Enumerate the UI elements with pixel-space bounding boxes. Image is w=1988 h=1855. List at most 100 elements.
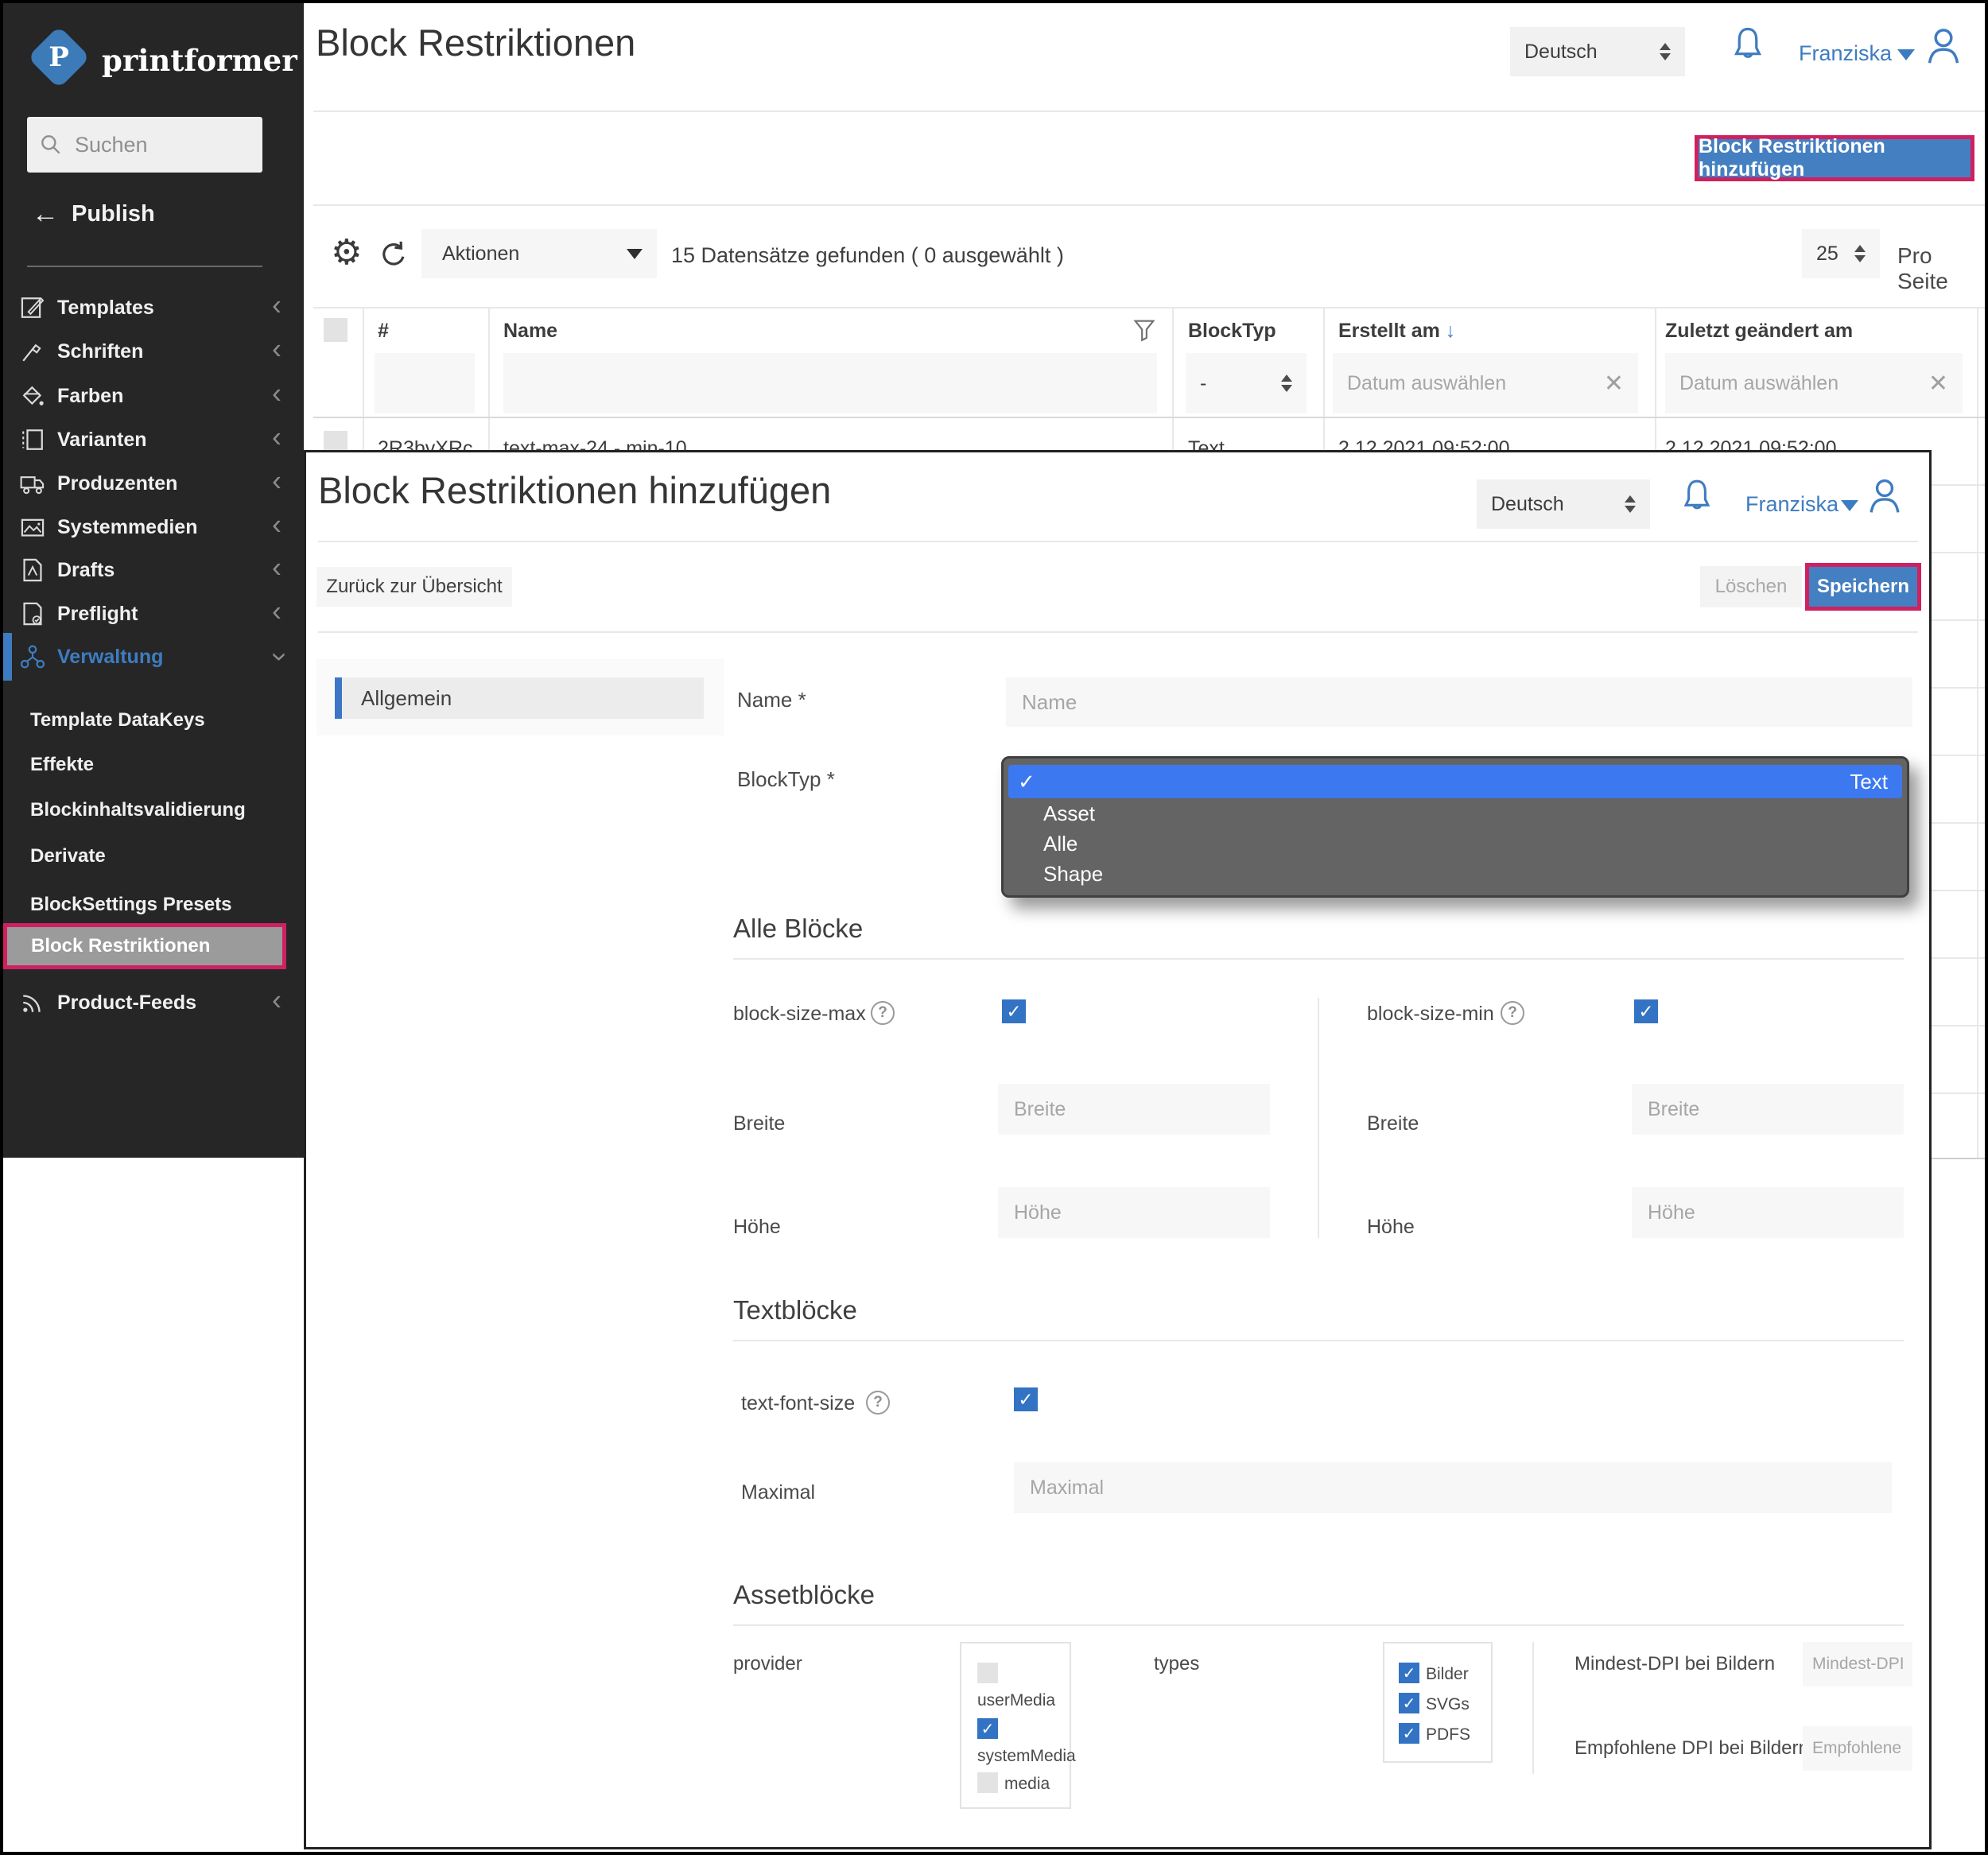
sidebar-item-verwaltung[interactable]: Verwaltung‹ (3, 639, 304, 674)
modified-date-input[interactable] (1679, 372, 1894, 395)
help-icon[interactable]: ? (871, 1001, 895, 1025)
notifications-bell-icon[interactable] (1677, 476, 1717, 519)
created-date-input[interactable] (1347, 372, 1570, 395)
user-avatar-icon[interactable] (1863, 473, 1906, 518)
sidebar-item-produzenten[interactable]: Produzenten‹ (3, 466, 304, 501)
media-checkbox[interactable]: ✓ (977, 1772, 998, 1793)
filter-funnel-icon[interactable] (1131, 315, 1158, 345)
save-button[interactable]: Speichern (1809, 567, 1917, 607)
sidebar-item-templates[interactable]: Templates‹ (3, 290, 304, 325)
user-menu-caret-icon[interactable] (1841, 500, 1858, 511)
sidebar-item-varianten[interactable]: Varianten‹ (3, 422, 304, 457)
block-size-max-checkbox[interactable]: ✓ (1002, 999, 1026, 1023)
sidebar-subitem-template-datakeys[interactable]: Template DataKeys (3, 704, 304, 736)
usermedia-checkbox[interactable]: ✓ (977, 1663, 998, 1683)
usermedia-label: userMedia (977, 1691, 1055, 1710)
aktionen-select[interactable]: Aktionen (421, 229, 657, 278)
back-arrow-icon: ← (32, 199, 59, 230)
help-icon[interactable]: ? (866, 1391, 890, 1415)
add-block-restriktionen-button[interactable]: Block Restriktionen hinzufügen (1699, 139, 1971, 177)
header-divider (313, 111, 1988, 112)
delete-button[interactable]: Löschen (1700, 566, 1802, 607)
systemmedia-checkbox[interactable]: ✓ (977, 1718, 998, 1739)
col-id-header[interactable]: # (378, 320, 389, 343)
truck-icon (19, 470, 46, 497)
per-page-label: Pro Seite (1897, 243, 1985, 294)
chevron-left-icon: ‹ (272, 984, 282, 1017)
section-alle-bloecke-heading: Alle Blöcke (733, 914, 863, 944)
help-icon[interactable]: ? (1501, 1001, 1524, 1025)
tab-allgemein[interactable]: Allgemein (335, 677, 704, 719)
name-input[interactable] (1006, 677, 1912, 727)
col-modified-header[interactable]: Zuletzt geändert am (1665, 320, 1853, 343)
clear-x-icon[interactable]: ✕ (1928, 370, 1948, 398)
add-block-restriktionen-modal: Block Restriktionen hinzufügen Deutsch F… (304, 450, 1932, 1849)
created-date-filter[interactable]: ✕ (1333, 353, 1638, 413)
modal-toolbar-divider (318, 631, 1918, 633)
sidebar-item-product-feeds[interactable]: Product-Feeds‹ (3, 985, 304, 1020)
breite-max-input[interactable] (998, 1084, 1270, 1135)
network-users-icon (19, 643, 46, 670)
svgs-checkbox[interactable]: ✓ (1399, 1693, 1419, 1713)
dropdown-option-text[interactable]: ✓Text (1008, 765, 1902, 798)
search-icon (38, 131, 64, 158)
modal-user-name[interactable]: Franziska (1745, 492, 1839, 517)
notifications-bell-icon[interactable] (1727, 24, 1769, 68)
user-avatar-icon[interactable] (1921, 22, 1966, 68)
app-window: P printformer ← Publish Templates‹ Schri… (0, 0, 1988, 1855)
sidebar-search[interactable] (27, 117, 262, 173)
col-blocktyp-header[interactable]: BlockTyp (1188, 320, 1276, 343)
user-menu-caret-icon[interactable] (1897, 49, 1915, 60)
breite-min-input[interactable] (1632, 1084, 1904, 1135)
pdf-document-icon (19, 557, 46, 584)
sidebar-subitem-derivate[interactable]: Derivate (3, 840, 304, 872)
rss-icon (19, 989, 46, 1016)
per-page-select[interactable]: 25 (1802, 229, 1880, 278)
back-to-publish[interactable]: ← Publish (32, 199, 155, 230)
bilder-checkbox[interactable]: ✓ (1399, 1663, 1419, 1683)
sidebar-item-systemmedien[interactable]: Systemmedien‹ (3, 510, 304, 545)
add-button-annotation: Block Restriktionen hinzufügen (1695, 135, 1974, 181)
hoehe-min-input[interactable] (1632, 1187, 1904, 1238)
back-to-overview-button[interactable]: Zurück zur Übersicht (316, 567, 512, 607)
refresh-icon[interactable] (377, 239, 410, 272)
sidebar-item-farben[interactable]: Farben‹ (3, 378, 304, 413)
user-name[interactable]: Franziska (1799, 41, 1892, 66)
sidebar-subitem-blocksettings-presets[interactable]: BlockSettings Presets (3, 889, 304, 921)
maximal-input[interactable] (1014, 1462, 1892, 1513)
language-select[interactable]: Deutsch (1510, 27, 1685, 76)
id-filter-input[interactable] (375, 353, 475, 413)
stepper-icon (1625, 495, 1636, 513)
sidebar-item-preflight[interactable]: Preflight‹ (3, 596, 304, 631)
types-group: ✓ Bilder ✓ SVGs ✓ PDFS (1383, 1642, 1493, 1763)
rec-dpi-input[interactable] (1803, 1726, 1912, 1771)
sidebar-subitem-blockinhaltsvalidierung[interactable]: Blockinhaltsvalidierung (3, 794, 304, 826)
bilder-label: Bilder (1426, 1665, 1469, 1684)
hoehe-max-input[interactable] (998, 1187, 1270, 1238)
dropdown-option-asset[interactable]: Asset (1008, 798, 1902, 829)
modified-date-filter[interactable]: ✕ (1665, 353, 1963, 413)
dropdown-option-alle[interactable]: Alle (1008, 829, 1902, 859)
stepper-icon (1854, 245, 1866, 262)
sidebar-item-drafts[interactable]: Drafts‹ (3, 553, 304, 588)
text-font-size-checkbox[interactable]: ✓ (1014, 1387, 1038, 1411)
pdfs-checkbox[interactable]: ✓ (1399, 1723, 1419, 1744)
col-name-header[interactable]: Name (503, 320, 557, 343)
block-size-min-checkbox[interactable]: ✓ (1634, 999, 1658, 1023)
name-filter-input[interactable] (503, 353, 1157, 413)
sidebar-subitem-effekte[interactable]: Effekte (3, 749, 304, 781)
min-dpi-input[interactable] (1803, 1642, 1912, 1686)
types-label: types (1154, 1653, 1199, 1675)
sidebar-item-schriften[interactable]: Schriften‹ (3, 334, 304, 369)
blocktyp-filter-select[interactable]: - (1186, 353, 1307, 413)
settings-gear-icon[interactable]: ⚙ (331, 232, 362, 273)
sidebar-subitem-block-restriktionen[interactable]: Block Restriktionen (3, 923, 286, 969)
search-input[interactable] (73, 132, 251, 158)
clear-x-icon[interactable]: ✕ (1604, 370, 1624, 398)
min-dpi-label: Mindest-DPI bei Bildern (1574, 1653, 1775, 1675)
col-created-header[interactable]: Erstellt am ↓ (1338, 320, 1455, 343)
select-all-checkbox[interactable]: ✓ (324, 318, 348, 342)
table-header-border (313, 417, 1988, 418)
dropdown-option-shape[interactable]: Shape (1008, 859, 1902, 889)
modal-language-select[interactable]: Deutsch (1477, 479, 1650, 529)
